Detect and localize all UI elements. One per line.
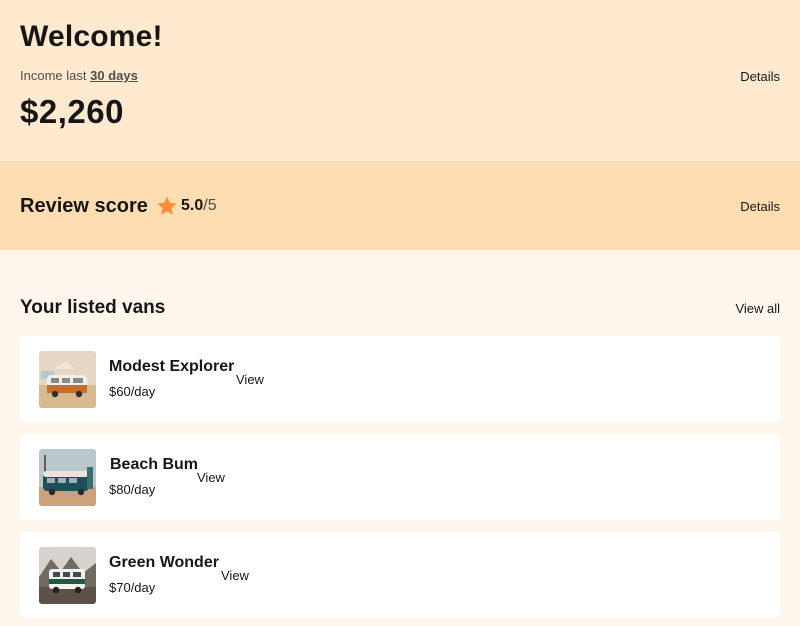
review-score: 5.0/5 xyxy=(181,197,217,215)
van-thumbnail-beach-bum xyxy=(39,449,96,506)
van-name: Beach Bum xyxy=(110,456,199,473)
income-details-link[interactable]: Details xyxy=(740,69,780,84)
van-price: $70/day xyxy=(109,580,156,595)
review-score-heading: Review score xyxy=(20,195,148,217)
van-name: Green Wonder xyxy=(109,554,219,571)
income-period-link[interactable]: 30 days xyxy=(90,68,138,83)
van-card-modest-explorer[interactable]: Modest Explorer $60/day View xyxy=(20,336,780,422)
review-score-value: 5.0 xyxy=(181,197,204,214)
van-thumbnail-green-wonder xyxy=(39,547,96,604)
review-details-link[interactable]: Details xyxy=(740,199,780,214)
van-name: Modest Explorer xyxy=(109,358,235,375)
income-amount: $2,260 xyxy=(20,93,124,130)
listed-vans-section: Your listed vans View all Modest Explore… xyxy=(0,250,800,626)
view-all-link[interactable]: View all xyxy=(735,301,780,316)
listed-vans-heading: Your listed vans xyxy=(20,297,166,318)
income-subtitle-prefix: Income last xyxy=(20,68,87,83)
van-price: $60/day xyxy=(109,384,156,399)
van-card-beach-bum[interactable]: Beach Bum $80/day View xyxy=(20,434,780,520)
van-price: $80/day xyxy=(109,482,156,497)
welcome-heading: Welcome! xyxy=(20,20,163,53)
van-card-green-wonder[interactable]: Green Wonder $70/day View xyxy=(20,532,780,618)
van-view-link[interactable]: View xyxy=(236,372,264,387)
van-thumbnail-modest-explorer xyxy=(39,351,96,408)
review-score-max: /5 xyxy=(203,197,217,214)
review-section: Review score 5.0/5 Details xyxy=(0,161,800,250)
van-view-link[interactable]: View xyxy=(197,470,225,485)
van-view-link[interactable]: View xyxy=(221,568,249,583)
star-icon xyxy=(157,196,177,215)
income-subtitle: Income last 30 days xyxy=(20,68,138,83)
income-section: Welcome! Income last 30 days $2,260 Deta… xyxy=(0,0,800,161)
